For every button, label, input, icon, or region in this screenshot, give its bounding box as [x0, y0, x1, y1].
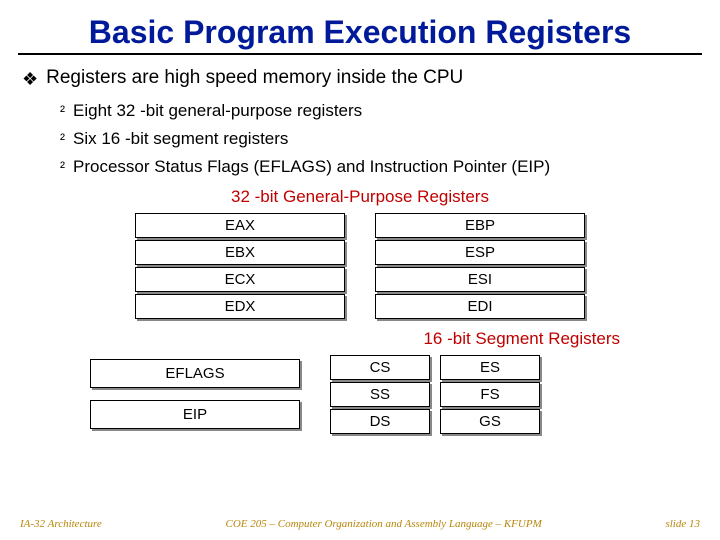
register-box: EBP [375, 213, 585, 238]
diamond-open-icon: ² [60, 101, 65, 123]
segment-box: DS [330, 409, 430, 434]
status-column: EFLAGS EIP [90, 359, 300, 429]
register-box: EDX [135, 294, 345, 319]
diamond-bullet-icon: ❖ [22, 67, 38, 91]
footer-right: slide 13 [665, 518, 700, 530]
bullet-lvl2: ² Six 16 -bit segment registers [60, 129, 698, 151]
register-box: ECX [135, 267, 345, 292]
eip-box: EIP [90, 400, 300, 429]
segment-grid: CS ES SS FS DS GS [330, 355, 540, 434]
register-box: ESI [375, 267, 585, 292]
gp-register-area: EAX EBX ECX EDX EBP ESP ESI EDI [90, 213, 630, 321]
segment-box: SS [330, 382, 430, 407]
segment-box: GS [440, 409, 540, 434]
slide-footer: IA-32 Architecture COE 205 – Computer Or… [0, 518, 720, 530]
seg-heading: 16 -bit Segment Registers [0, 329, 620, 349]
segment-box: ES [440, 355, 540, 380]
gp-heading: 32 -bit General-Purpose Registers [0, 187, 720, 207]
bullet-text: Processor Status Flags (EFLAGS) and Inst… [73, 157, 550, 177]
slide-title: Basic Program Execution Registers [18, 0, 702, 55]
bottom-register-area: EFLAGS EIP CS ES SS FS DS GS [90, 355, 630, 434]
bullet-text: Registers are high speed memory inside t… [46, 67, 463, 89]
bullet-text: Eight 32 -bit general-purpose registers [73, 101, 362, 121]
diamond-open-icon: ² [60, 129, 65, 151]
register-box: ESP [375, 240, 585, 265]
register-box: EAX [135, 213, 345, 238]
diamond-open-icon: ² [60, 157, 65, 179]
gp-left-column: EAX EBX ECX EDX [135, 213, 345, 321]
footer-left: IA-32 Architecture [20, 518, 102, 530]
register-box: EDI [375, 294, 585, 319]
bullet-lvl1: ❖ Registers are high speed memory inside… [22, 67, 698, 91]
bullet-lvl2: ² Eight 32 -bit general-purpose register… [60, 101, 698, 123]
segment-box: CS [330, 355, 430, 380]
eflags-box: EFLAGS [90, 359, 300, 388]
gp-right-column: EBP ESP ESI EDI [375, 213, 585, 321]
bullet-text: Six 16 -bit segment registers [73, 129, 288, 149]
bullet-lvl2: ² Processor Status Flags (EFLAGS) and In… [60, 157, 698, 179]
register-box: EBX [135, 240, 345, 265]
footer-center: COE 205 – Computer Organization and Asse… [102, 518, 666, 530]
bullet-list: ❖ Registers are high speed memory inside… [22, 67, 698, 179]
segment-box: FS [440, 382, 540, 407]
